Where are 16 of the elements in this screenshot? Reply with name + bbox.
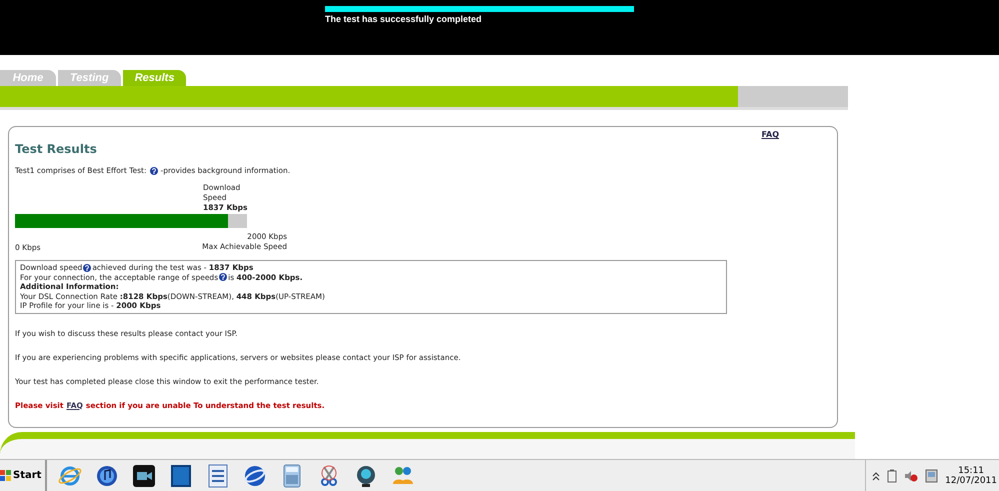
chevron-up-icon[interactable]	[872, 470, 880, 480]
status-message: The test has successfully completed	[325, 14, 483, 24]
clock-date: 12/07/2011	[945, 476, 997, 486]
help-icon[interactable]	[83, 264, 92, 272]
battery-icon[interactable]	[887, 468, 898, 482]
start-button[interactable]: Start	[0, 460, 48, 491]
faq-link[interactable]: FAQ	[761, 130, 779, 156]
network-icon[interactable]	[925, 468, 938, 482]
clock-time: 15:11	[958, 466, 984, 476]
speaker-muted-icon[interactable]	[904, 468, 918, 482]
windows-logo-icon	[0, 470, 12, 482]
video-camera-icon[interactable]	[131, 464, 158, 488]
browser-icon[interactable]	[57, 464, 84, 488]
help-icon[interactable]	[150, 166, 158, 174]
help-icon[interactable]	[219, 273, 228, 282]
section-title: Test Results	[15, 142, 97, 156]
